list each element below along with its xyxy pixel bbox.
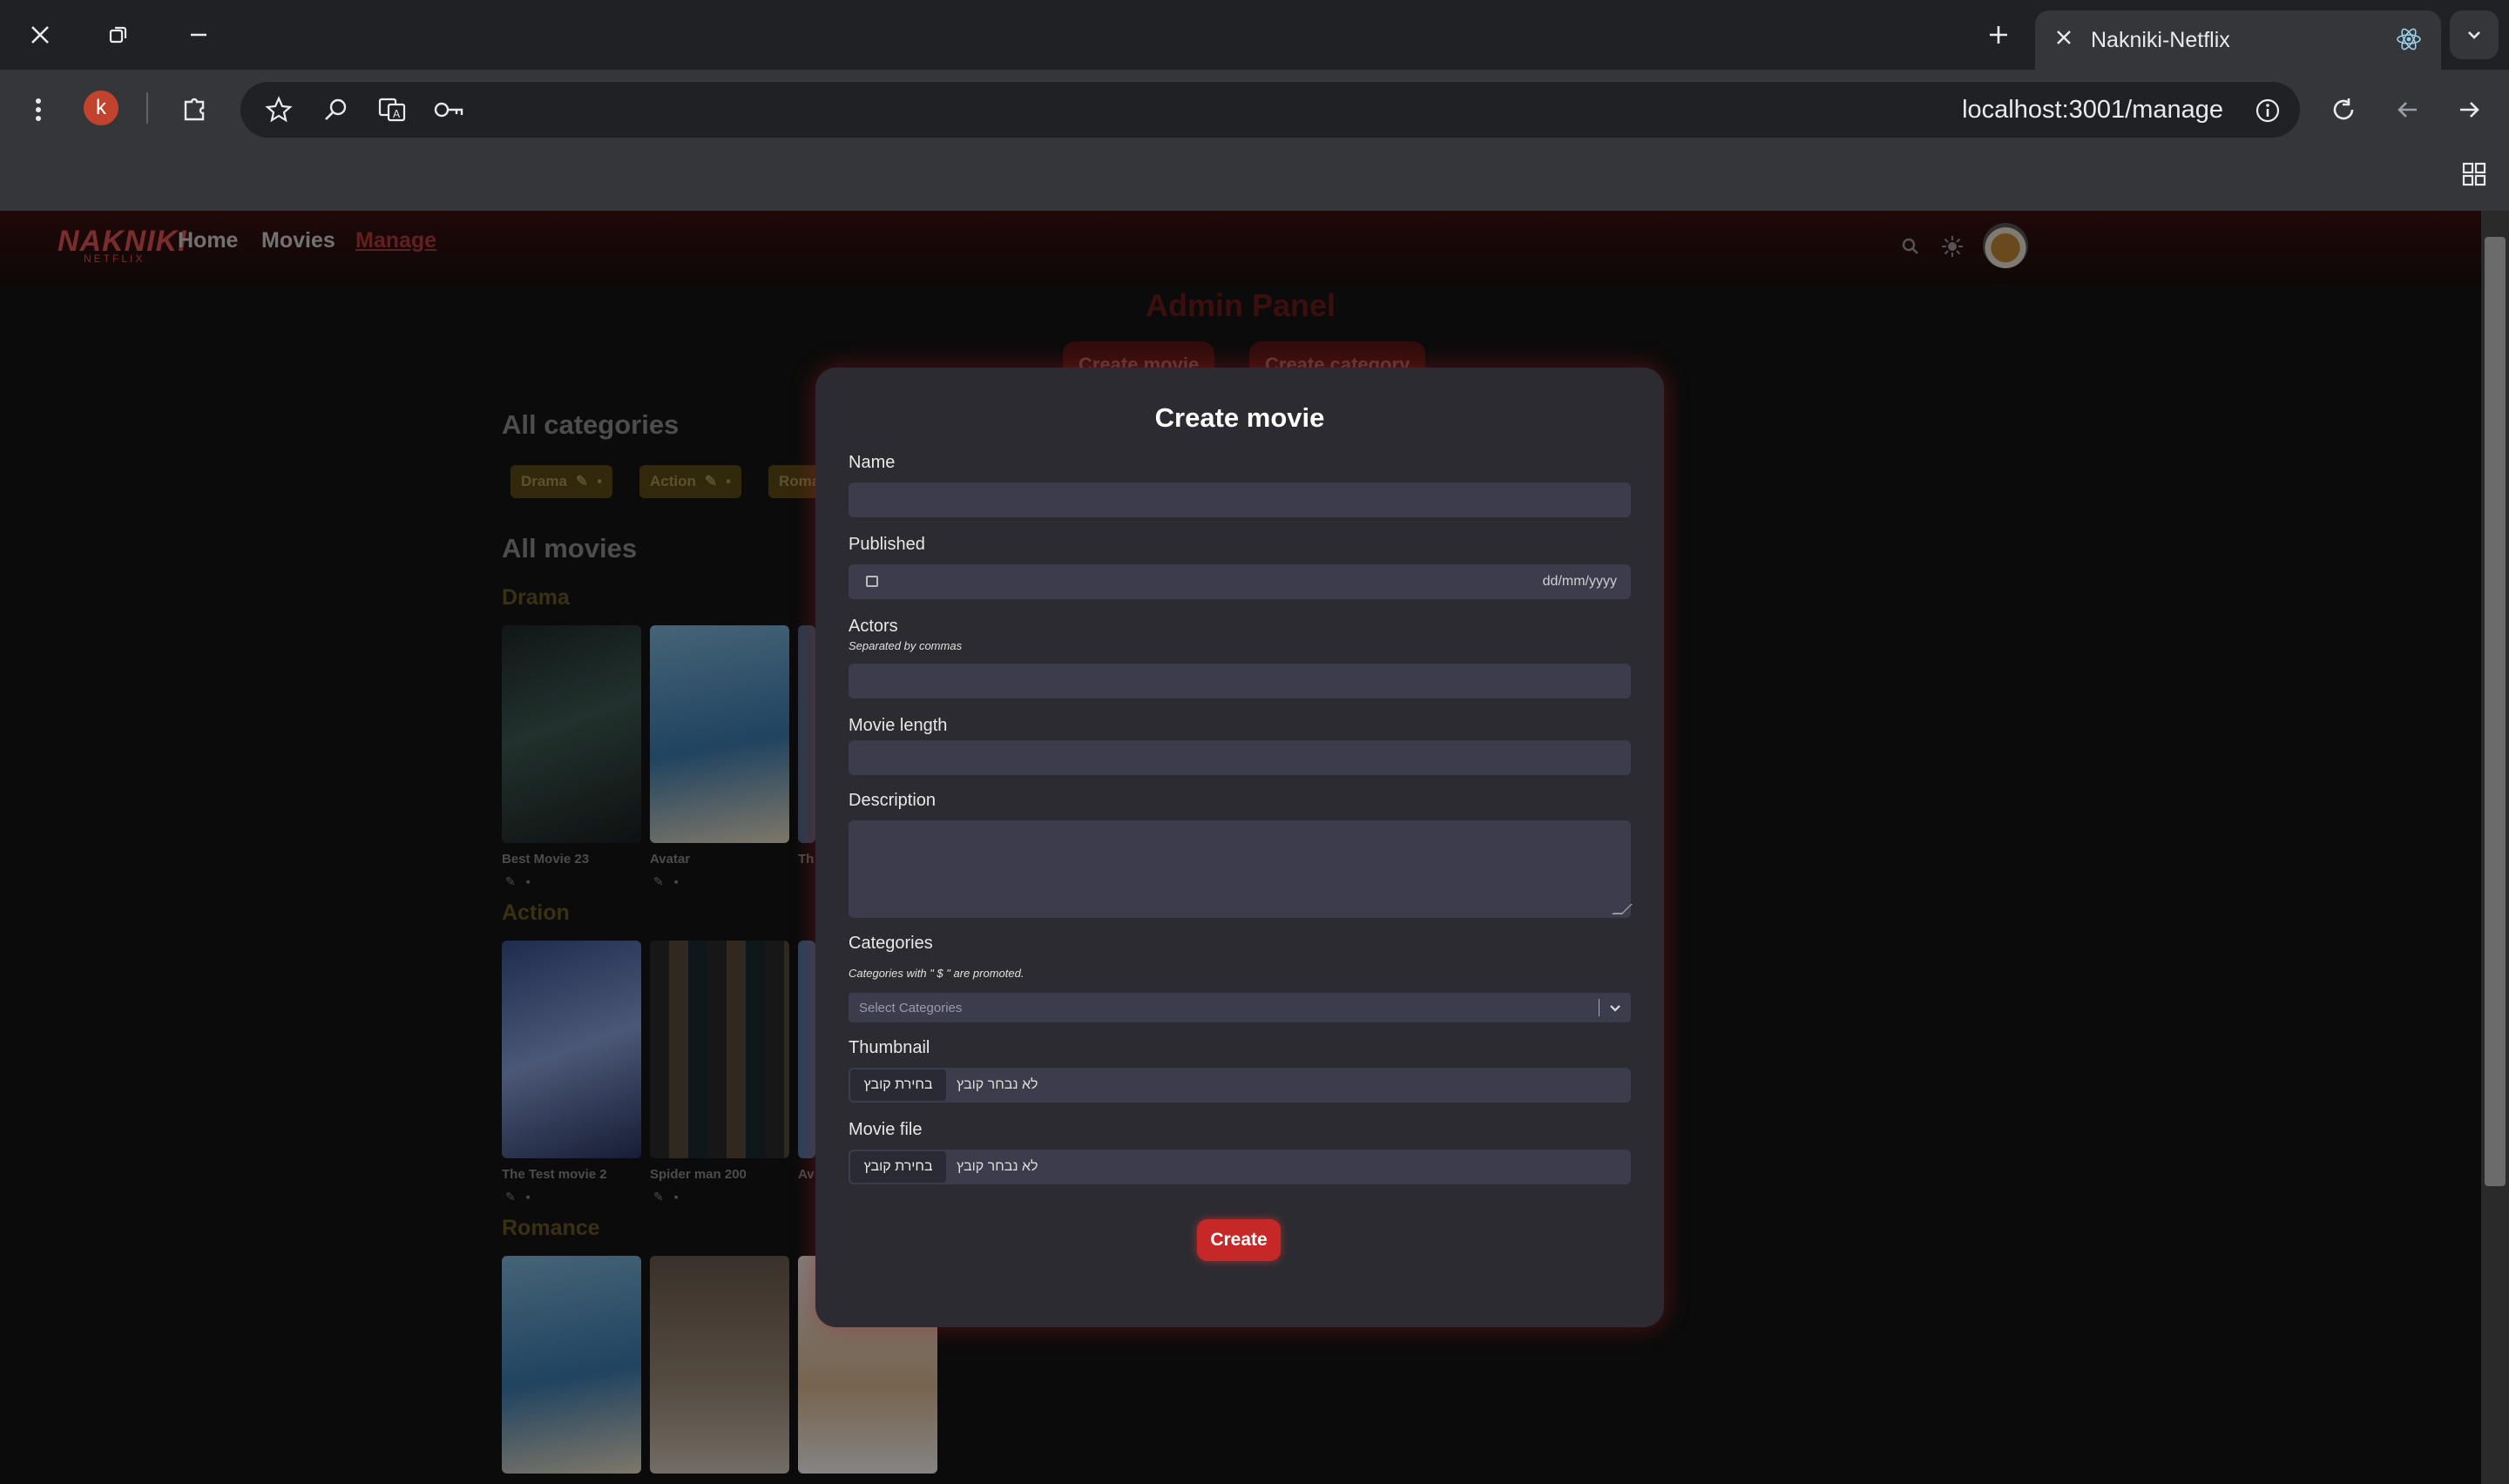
react-devtools-icon bbox=[2396, 26, 2422, 57]
movie-file-input[interactable]: בחירת קובץ לא נבחר קובץ bbox=[849, 1150, 1631, 1184]
movie-length-input[interactable] bbox=[849, 740, 1631, 775]
minimize-icon bbox=[191, 33, 206, 37]
menu-button[interactable] bbox=[16, 87, 61, 132]
arrow-right-icon bbox=[2460, 102, 2479, 118]
actors-label: Actors bbox=[849, 617, 898, 636]
url-text[interactable]: localhost:3001/manage bbox=[1962, 96, 2223, 125]
modal-title: Create movie bbox=[1154, 402, 1325, 433]
actors-hint: Separated by commas bbox=[849, 639, 963, 652]
reload-icon bbox=[2333, 98, 2354, 120]
more-vertical-icon bbox=[36, 98, 41, 121]
new-tab-button[interactable] bbox=[1974, 12, 2023, 57]
toolbar-divider bbox=[146, 92, 148, 124]
restore-window-button[interactable] bbox=[92, 12, 145, 57]
categories-placeholder: Select Categories bbox=[859, 1001, 963, 1015]
page-viewport: NAKNIKI NETFLIX Home Movies Manage Admin… bbox=[0, 211, 2481, 1484]
categories-select[interactable]: Select Categories bbox=[849, 993, 1631, 1022]
name-label: Name bbox=[849, 453, 896, 472]
profile-avatar[interactable]: k bbox=[84, 91, 118, 125]
file-status: לא נבחר קובץ bbox=[957, 1159, 1038, 1174]
extensions-button[interactable] bbox=[172, 85, 218, 131]
star-icon[interactable] bbox=[265, 96, 293, 128]
categories-label: Categories bbox=[849, 934, 933, 953]
tab-search-button[interactable] bbox=[2450, 10, 2499, 59]
site-info-icon[interactable] bbox=[2255, 98, 2281, 128]
resize-handle-icon[interactable] bbox=[1612, 904, 1633, 914]
actors-input[interactable] bbox=[849, 664, 1631, 698]
zoom-icon[interactable] bbox=[322, 96, 350, 128]
categories-hint: Categories with " $ " are promoted. bbox=[849, 967, 1025, 980]
published-date-input[interactable]: dd/mm/yyyy bbox=[849, 564, 1631, 599]
description-textarea[interactable] bbox=[849, 820, 1633, 918]
chevron-down-icon bbox=[2468, 31, 2480, 39]
file-status: לא נבחר קובץ bbox=[957, 1077, 1038, 1092]
close-window-button[interactable] bbox=[14, 12, 66, 57]
choose-file-button[interactable]: בחירת קובץ bbox=[850, 1069, 946, 1101]
minimize-window-button[interactable] bbox=[172, 12, 225, 57]
tab-strip: Nakniki-Netflix bbox=[0, 0, 2509, 70]
movie-file-label: Movie file bbox=[849, 1120, 923, 1139]
forward-button[interactable] bbox=[2446, 87, 2492, 132]
puzzle-icon bbox=[184, 98, 205, 121]
create-button[interactable]: Create bbox=[1197, 1219, 1281, 1261]
tab-title: Nakniki-Netflix bbox=[2091, 28, 2230, 52]
create-movie-modal: Create movie Name Published dd/mm/yyyy A… bbox=[815, 368, 1664, 1327]
browser-tab[interactable]: Nakniki-Netflix bbox=[2035, 10, 2441, 70]
restore-icon bbox=[109, 26, 127, 44]
page-scrollbar[interactable] bbox=[2481, 211, 2509, 1484]
calendar-icon[interactable] bbox=[866, 576, 878, 587]
published-label: Published bbox=[849, 535, 925, 554]
reload-button[interactable] bbox=[2321, 87, 2366, 132]
arrow-left-icon bbox=[2397, 102, 2417, 118]
plus-icon bbox=[1990, 26, 2007, 44]
tab-close-icon[interactable] bbox=[2054, 28, 2073, 51]
apps-button[interactable] bbox=[2452, 152, 2497, 197]
description-label: Description bbox=[849, 791, 937, 810]
translate-icon[interactable]: A bbox=[376, 94, 408, 130]
back-button[interactable] bbox=[2385, 87, 2431, 132]
address-bar[interactable]: A localhost:3001/manage bbox=[240, 82, 2300, 138]
name-input[interactable] bbox=[849, 482, 1631, 517]
svg-text:A: A bbox=[393, 108, 401, 120]
grid-icon bbox=[2462, 162, 2486, 186]
scrollbar-thumb[interactable] bbox=[2485, 237, 2506, 1186]
thumbnail-file-input[interactable]: בחירת קובץ לא נבחר קובץ bbox=[849, 1068, 1631, 1103]
date-placeholder: dd/mm/yyyy bbox=[1542, 574, 1617, 589]
thumbnail-label: Thumbnail bbox=[849, 1038, 930, 1057]
chevron-down-icon[interactable] bbox=[1608, 1001, 1622, 1019]
close-icon bbox=[31, 26, 49, 44]
key-icon[interactable] bbox=[432, 96, 465, 128]
movie-length-label: Movie length bbox=[849, 716, 948, 735]
choose-file-button[interactable]: בחירת קובץ bbox=[850, 1151, 946, 1183]
